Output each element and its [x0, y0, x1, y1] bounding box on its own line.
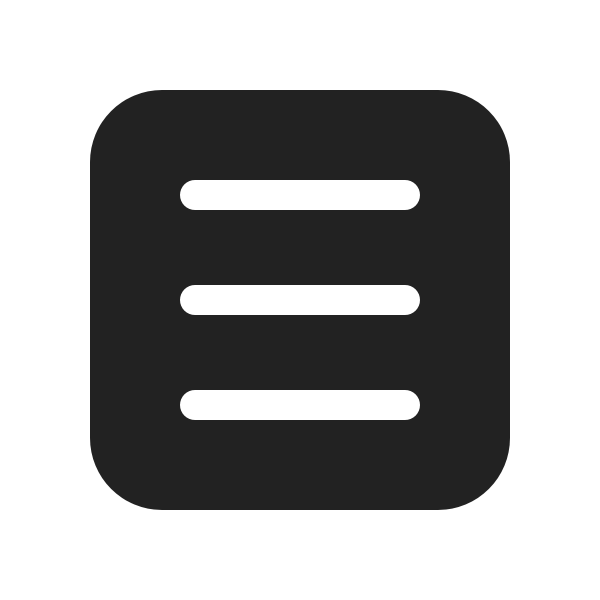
menu-line-bottom [180, 390, 420, 420]
menu-button[interactable] [90, 90, 510, 510]
menu-line-top [180, 180, 420, 210]
canvas [0, 0, 600, 600]
hamburger-menu-icon [90, 90, 510, 510]
menu-line-middle [180, 285, 420, 315]
